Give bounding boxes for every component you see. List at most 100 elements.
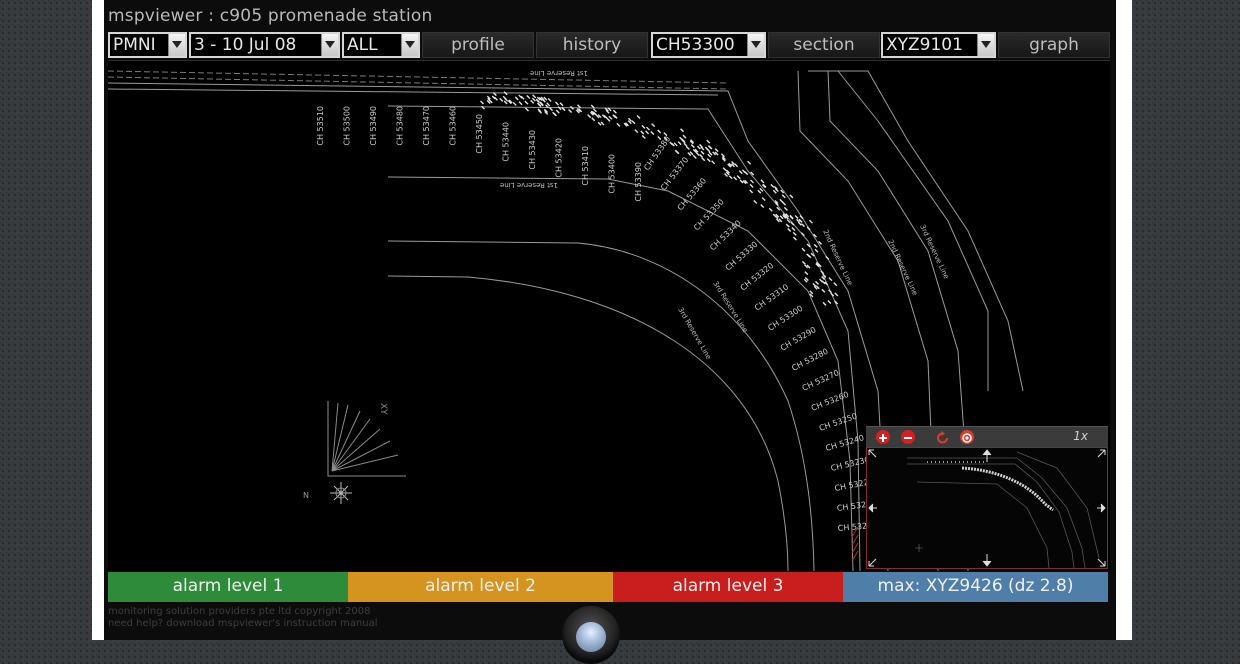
chainage-label: CH 53450 [475,114,484,154]
survey-point [814,248,819,253]
survey-point [524,107,529,112]
chainage-label: CH 53330 [724,240,760,273]
survey-point [801,223,805,228]
survey-point [600,121,605,126]
survey-point [768,207,773,212]
chainage-label: CH 53400 [608,154,617,194]
navigation-knob[interactable] [562,606,620,664]
survey-point [608,115,613,120]
survey-point [685,146,690,151]
chainage-label: CH 53410 [581,146,590,186]
chainage-label: CH 53490 [369,106,378,146]
chevron-down-icon [977,34,994,56]
survey-point [808,219,813,224]
date-select-value: 3 - 10 Jul 08 [194,35,297,55]
survey-point [657,136,662,141]
survey-point [531,97,536,102]
minimap-drawing [868,449,1106,569]
chainage-label: CH 53240 [825,433,866,453]
survey-point [797,221,802,226]
survey-point [689,151,694,156]
chainage-label: CH 53280 [790,347,829,373]
chainage-label: CH 53380 [642,135,672,173]
help-link[interactable]: need help? download mspviewer's instruct… [108,618,378,630]
survey-point [514,96,519,101]
chainage-label: CH 53300 [766,304,804,333]
chainage-label: CH 53460 [449,106,458,146]
profile-button[interactable]: profile [422,32,534,58]
reserve-line-label-curve-a: 3rd Reserve Line [676,306,712,361]
survey-point [792,231,797,236]
survey-point [828,277,833,282]
survey-point [791,227,796,231]
survey-point [711,160,716,165]
survey-point [636,114,641,119]
survey-point [612,109,617,114]
survey-point [634,129,639,134]
survey-point [724,173,729,178]
chainage-select[interactable]: CH53300 [651,32,766,58]
survey-point [738,170,743,175]
survey-point [733,176,738,181]
date-select[interactable]: 3 - 10 Jul 08 [189,32,340,58]
survey-point [650,131,655,136]
point-select[interactable]: XYZ9101 [881,32,996,58]
toolbar: PMNI 3 - 10 Jul 08 ALL profile history C… [108,32,1110,58]
survey-point [532,94,537,99]
survey-point [701,157,706,162]
alarm-level-2-badge: alarm level 2 [348,572,613,602]
instrument-select-value: PMNI [113,35,156,55]
survey-point [606,117,611,122]
survey-point [706,158,711,163]
minimap-overview[interactable] [866,447,1108,569]
chainage-label: CH 53390 [634,162,643,202]
survey-point [559,102,564,107]
survey-point [480,100,485,105]
chainage-label: CH 53310 [753,282,790,312]
survey-point [499,97,504,102]
zoom-out-icon[interactable] [901,430,915,444]
survey-point [680,128,685,133]
survey-point [700,150,705,155]
survey-point [699,153,704,158]
survey-point [640,130,645,135]
minimap-toolbar: 1x [866,426,1108,447]
survey-point [707,153,712,158]
survey-point [783,206,788,211]
chainage-label: CH 53340 [708,219,743,253]
target-icon[interactable] [960,430,974,444]
survey-point [833,282,838,287]
section-button[interactable]: section [768,32,880,58]
survey-point [592,108,597,113]
survey-point [825,255,830,260]
survey-point [554,101,559,106]
history-button[interactable]: history [536,32,648,58]
chainage-label: CH 53290 [779,325,818,353]
alarm-level-1-badge: alarm level 1 [108,572,348,602]
survey-point [749,189,754,194]
survey-point [645,126,650,131]
zoom-in-icon[interactable] [876,430,890,444]
survey-point [682,134,687,139]
survey-point [819,278,824,283]
reset-view-icon[interactable] [936,430,950,444]
survey-point [822,301,827,306]
survey-point [518,101,523,106]
filter-select[interactable]: ALL [342,32,420,58]
survey-point [568,109,573,114]
knob-cap-icon [576,622,606,652]
chainage-label: CH 53350 [692,197,726,232]
survey-point [809,290,814,295]
chainage-label: CH 53440 [502,122,511,162]
north-label: N [303,491,309,500]
survey-point [616,122,621,127]
chainage-label: CH 53470 [422,106,431,146]
survey-point [813,243,818,248]
survey-point [706,139,711,144]
survey-point [770,183,775,188]
survey-point [597,121,602,126]
survey-point [815,280,819,285]
graph-button[interactable]: graph [998,32,1110,58]
survey-point [785,223,790,228]
instrument-select[interactable]: PMNI [108,32,187,58]
